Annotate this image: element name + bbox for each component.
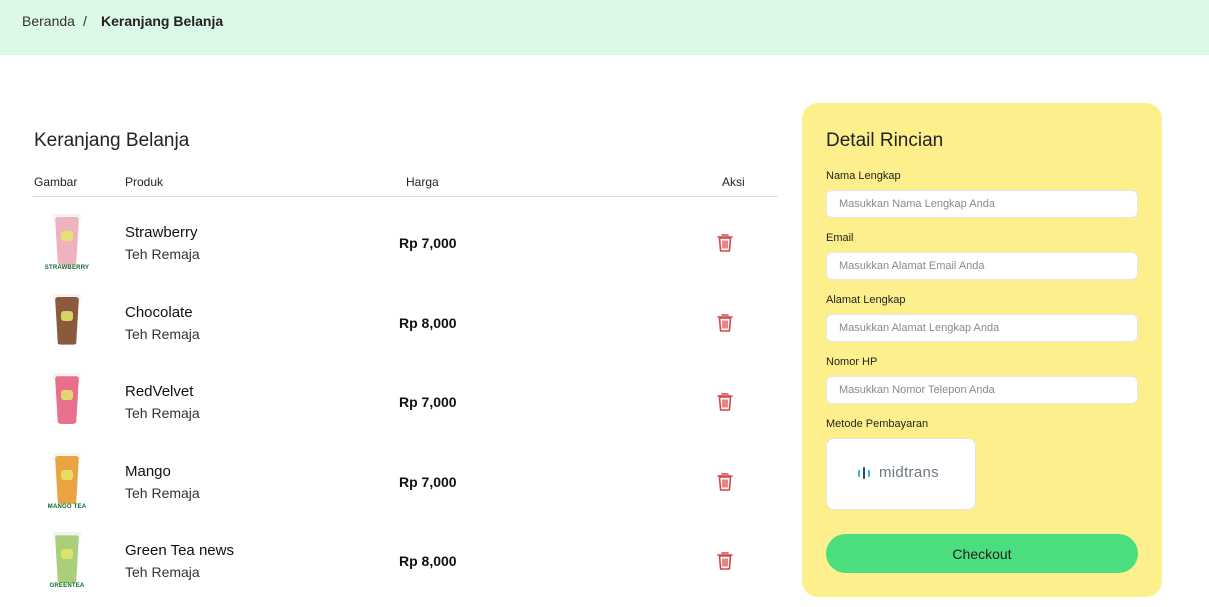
product-name: Green Tea news (125, 542, 234, 560)
checkout-button[interactable]: Checkout (826, 534, 1138, 573)
column-header-image: Gambar (34, 175, 78, 189)
cup-logo (61, 549, 73, 560)
cup-body (55, 296, 79, 345)
product-image: GREENTEA (41, 531, 93, 591)
payment-option-midtrans[interactable]: midtrans (826, 438, 976, 510)
trash-icon[interactable] (716, 551, 734, 571)
trash-icon[interactable] (716, 392, 734, 412)
product-price: Rp 7,000 (399, 394, 457, 411)
address-label: Alamat Lengkap (826, 294, 906, 306)
cup-logo (61, 310, 73, 321)
phone-label: Nomor HP (826, 356, 878, 368)
breadcrumb-separator: / (83, 13, 87, 29)
product-name: RedVelvet (125, 383, 194, 401)
email-label: Email (826, 232, 854, 244)
payment-option-label: midtrans (879, 464, 939, 481)
product-price: Rp 7,000 (399, 235, 457, 251)
product-image (41, 372, 93, 432)
column-header-product: Produk (125, 175, 164, 189)
detail-title: Detail Rincian (826, 130, 944, 151)
product-image-label: STRAWBERRY (44, 265, 90, 271)
cup-body (55, 535, 79, 584)
cart-title: Keranjang Belanja (34, 130, 190, 151)
product-store: Teh Remaja (125, 325, 200, 342)
cart-row: MANGO TEA Mango Teh Remaja Rp 7,000 (33, 442, 778, 522)
cart-table: STRAWBERRY Strawberry Teh Remaja Rp 7,00… (33, 203, 778, 601)
full-name-input[interactable] (826, 190, 1138, 218)
cup-body (55, 455, 79, 504)
detail-panel: Detail Rincian Nama Lengkap Email Alamat… (802, 103, 1162, 597)
cart-row: GREENTEA Green Tea news Teh Remaja Rp 8,… (33, 521, 778, 601)
cup-logo (61, 231, 73, 241)
product-image (41, 293, 93, 353)
email-input[interactable] (826, 252, 1138, 280)
product-image-label: GREENTEA (49, 583, 85, 590)
cart-row: Chocolate Teh Remaja Rp 8,000 (33, 283, 778, 363)
cart-row: RedVelvet Teh Remaja Rp 7,000 (33, 362, 778, 442)
product-image: STRAWBERRY (41, 213, 93, 273)
trash-icon[interactable] (716, 233, 734, 253)
breadcrumb-home-link[interactable]: Beranda (22, 13, 75, 29)
product-name: Chocolate (125, 303, 193, 321)
product-price: Rp 7,000 (399, 473, 457, 490)
cup-logo (61, 390, 73, 401)
product-store: Teh Remaja (125, 564, 200, 581)
column-header-action: Aksi (722, 175, 745, 189)
midtrans-logo-icon (858, 467, 870, 479)
product-name: Strawberry (125, 224, 198, 241)
trash-icon[interactable] (716, 472, 734, 492)
trash-icon[interactable] (716, 313, 734, 333)
column-header-price: Harga (406, 175, 439, 189)
cup-body (55, 217, 79, 265)
product-store: Teh Remaja (125, 484, 200, 501)
product-store: Teh Remaja (125, 246, 200, 262)
table-header-divider (33, 196, 778, 197)
address-input[interactable] (826, 314, 1138, 342)
breadcrumb-current: Keranjang Belanja (101, 13, 224, 29)
product-price: Rp 8,000 (399, 553, 457, 570)
phone-input[interactable] (826, 376, 1138, 404)
cart-row: STRAWBERRY Strawberry Teh Remaja Rp 7,00… (33, 203, 778, 283)
product-image-label: MANGO TEA (47, 503, 87, 510)
payment-method-label: Metode Pembayaran (826, 418, 929, 430)
cup-body (55, 376, 79, 425)
product-name: Mango (125, 462, 171, 480)
name-label: Nama Lengkap (826, 170, 901, 182)
cup-logo (61, 469, 73, 480)
product-image: MANGO TEA (41, 452, 93, 512)
product-store: Teh Remaja (125, 405, 200, 422)
breadcrumb-bar: Beranda / Keranjang Belanja (0, 0, 1209, 55)
product-price: Rp 8,000 (399, 314, 457, 331)
